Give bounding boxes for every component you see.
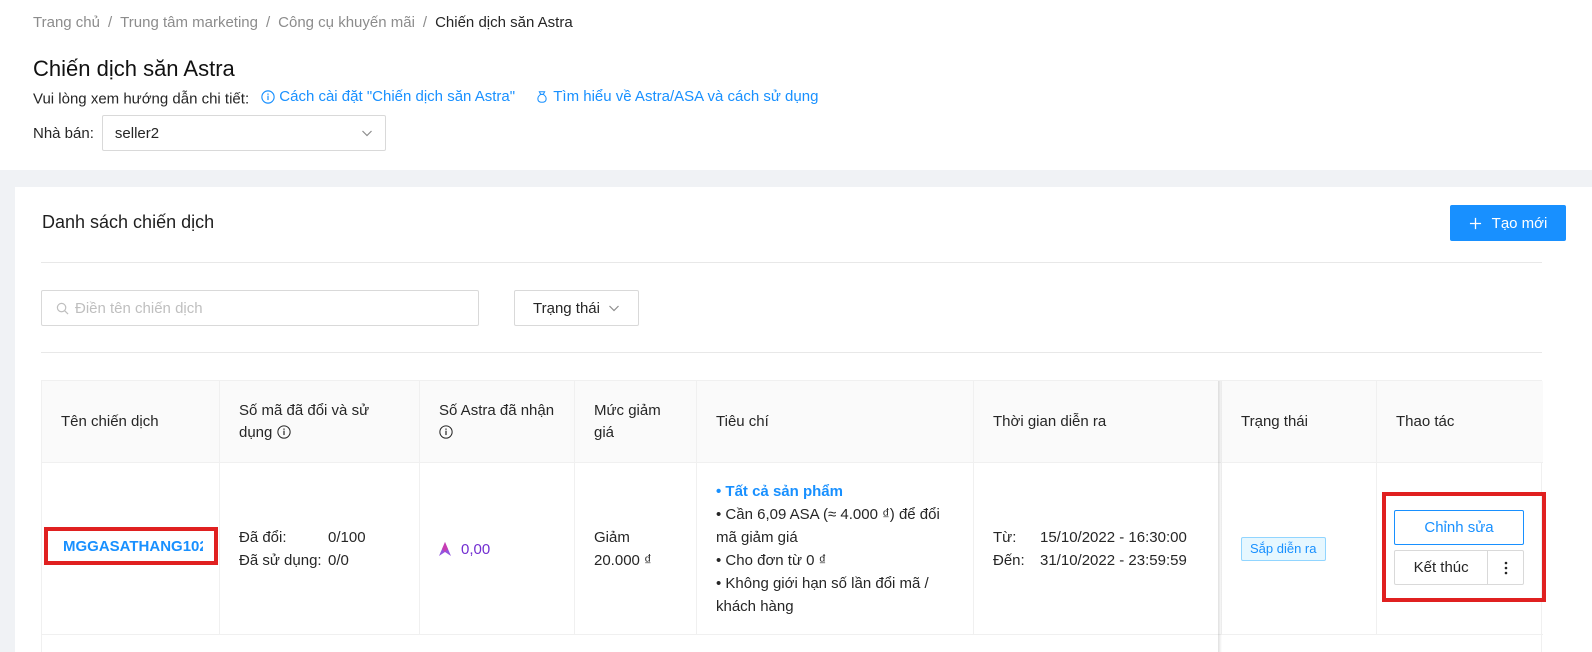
column-header-status: Trạng thái bbox=[1222, 381, 1377, 463]
seller-row: Nhà bán: seller2 bbox=[33, 115, 386, 151]
guide-link-setup[interactable]: Cách cài đặt "Chiến dịch săn Astra" bbox=[261, 88, 515, 105]
guide-row: Vui lòng xem hướng dẫn chi tiết: Cách cà… bbox=[33, 88, 818, 108]
seller-select[interactable]: seller2 bbox=[101, 115, 386, 151]
status-filter-dropdown[interactable]: Trạng thái bbox=[514, 290, 639, 326]
column-header-astra: Số Astra đã nhận bbox=[420, 381, 575, 463]
info-icon bbox=[261, 89, 275, 104]
time-from-label: Từ: bbox=[993, 529, 1017, 546]
more-options-button[interactable] bbox=[1488, 550, 1524, 585]
cell-discount: Giảm 20.000 ₫ bbox=[575, 463, 697, 635]
guide-prefix: Vui lòng xem hướng dẫn chi tiết: bbox=[33, 90, 250, 108]
column-header-actions: Thao tác bbox=[1396, 413, 1455, 430]
campaign-list-card: Danh sách chiến dịch Tạo mới Điền tên ch… bbox=[15, 187, 1592, 652]
table-header: Tên chiến dịch Số mã đã đổi và sử dụng S… bbox=[42, 381, 1543, 463]
criteria-asa: • Cần 6,09 ASA (≈ 4.000 ₫) để đổi mã giả… bbox=[716, 506, 940, 546]
search-input[interactable]: Điền tên chiến dịch bbox=[41, 290, 479, 326]
create-button-label: Tạo mới bbox=[1491, 214, 1548, 232]
status-badge: Sắp diễn ra bbox=[1241, 537, 1326, 561]
criteria-all-products: • Tất cả sản phẩm bbox=[716, 483, 843, 500]
cell-codes: Đã đổi: 0/100 Đã sử dụng: 0/0 bbox=[220, 463, 420, 635]
exchanged-value: 0/100 bbox=[328, 529, 366, 546]
breadcrumb-separator: / bbox=[107, 14, 113, 31]
campaign-name-link[interactable]: MGGASATHANG102 bbox=[63, 535, 203, 558]
time-from-value: 15/10/2022 - 16:30:00 bbox=[1040, 529, 1187, 546]
guide-link-setup-label: Cách cài đặt "Chiến dịch săn Astra" bbox=[279, 88, 516, 105]
breadcrumb-home[interactable]: Trang chủ bbox=[33, 14, 100, 31]
column-header-time: Thời gian diễn ra bbox=[974, 381, 1222, 463]
criteria-min-order: • Cho đơn từ 0 ₫ bbox=[716, 552, 827, 569]
money-bag-icon bbox=[537, 90, 547, 103]
column-header-codes: Số mã đã đổi và sử dụng bbox=[220, 381, 420, 463]
campaign-table: Tên chiến dịch Số mã đã đổi và sử dụng S… bbox=[41, 380, 1543, 652]
search-placeholder: Điền tên chiến dịch bbox=[75, 299, 203, 317]
discount-value: Giảm 20.000 ₫ bbox=[594, 529, 652, 569]
info-icon[interactable] bbox=[439, 425, 453, 439]
column-header-criteria: Tiêu chí bbox=[697, 381, 974, 463]
create-button[interactable]: Tạo mới bbox=[1450, 205, 1566, 241]
breadcrumb-marketing-center[interactable]: Trung tâm marketing bbox=[120, 14, 258, 31]
page-header: Trang chủ / Trung tâm marketing / Công cụ kh… bbox=[0, 0, 1592, 170]
breadcrumb-separator: / bbox=[265, 14, 271, 31]
cell-time: Từ: 15/10/2022 - 16:30:00 Đến: 31/10/202… bbox=[974, 463, 1222, 635]
astra-icon bbox=[439, 542, 451, 556]
time-to-label: Đến: bbox=[993, 552, 1025, 569]
astra-value: 0,00 bbox=[461, 540, 491, 558]
highlight-box: MGGASATHANG102 bbox=[44, 527, 218, 565]
cell-status: Sắp diễn ra bbox=[1222, 463, 1377, 635]
exchanged-label: Đã đổi: bbox=[239, 529, 287, 546]
seller-select-value: seller2 bbox=[114, 124, 160, 142]
guide-link-astra-label: Tìm hiểu về Astra/ASA và cách sử dụng bbox=[553, 88, 819, 105]
criteria-limit: • Không giới hạn số lần đổi mã / khách h… bbox=[716, 575, 929, 615]
breadcrumb-separator: / bbox=[422, 14, 428, 31]
more-vertical-icon bbox=[1504, 561, 1507, 574]
end-button[interactable]: Kết thúc bbox=[1394, 550, 1489, 585]
cell-name: MGGASATHANG102 bbox=[42, 463, 220, 635]
campaign-list-title: Danh sách chiến dịch bbox=[42, 212, 215, 232]
table-row: MGGASATHANG102 Đã đổi: 0/100 Đã sử dụng:… bbox=[42, 463, 1543, 635]
plus-icon bbox=[1469, 217, 1481, 229]
chevron-down-icon bbox=[361, 130, 372, 137]
guide-link-astra[interactable]: Tìm hiểu về Astra/ASA và cách sử dụng bbox=[535, 88, 818, 105]
column-header-name: Tên chiến dịch bbox=[42, 381, 220, 463]
column-header-discount: Mức giảm giá bbox=[575, 381, 697, 463]
seller-label: Nhà bán: bbox=[33, 124, 94, 142]
cell-astra: 0,00 bbox=[420, 463, 575, 635]
used-label: Đã sử dụng: bbox=[239, 552, 322, 569]
cell-criteria: • Tất cả sản phẩm • Cần 6,09 ASA (≈ 4.00… bbox=[697, 463, 974, 635]
divider bbox=[41, 352, 1542, 353]
end-button-group: Kết thúc bbox=[1394, 550, 1524, 585]
info-icon[interactable] bbox=[276, 425, 291, 439]
page-title: Chiến dịch săn Astra bbox=[33, 56, 235, 81]
breadcrumb-current: Chiến dịch săn Astra bbox=[435, 14, 573, 31]
chevron-down-icon bbox=[609, 305, 619, 312]
divider bbox=[41, 262, 1542, 263]
actions-highlight-box: Chỉnh sửa Kết thúc bbox=[1382, 492, 1546, 602]
search-icon bbox=[56, 302, 69, 314]
used-value: 0/0 bbox=[328, 552, 349, 569]
breadcrumb: Trang chủ / Trung tâm marketing / Công cụ kh… bbox=[33, 14, 573, 31]
fixed-column-shadow bbox=[1218, 381, 1222, 652]
time-to-value: 31/10/2022 - 23:59:59 bbox=[1040, 552, 1187, 569]
status-filter-label: Trạng thái bbox=[533, 299, 600, 317]
breadcrumb-promo-tools[interactable]: Công cụ khuyến mãi bbox=[278, 14, 415, 31]
edit-button[interactable]: Chỉnh sửa bbox=[1394, 510, 1524, 545]
